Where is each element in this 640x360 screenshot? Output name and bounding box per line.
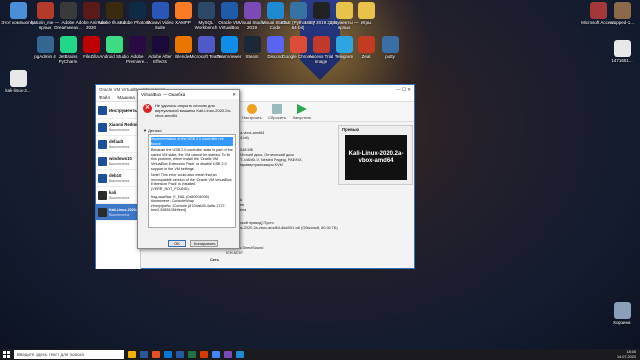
vm-name: Kali-Linux-2020.2a-vbox-amd64 xyxy=(109,207,140,212)
vm-os-icon xyxy=(98,122,107,132)
vm-name: Xiaomi Redmi xyxy=(109,122,138,127)
vm-os-icon xyxy=(98,156,107,166)
taskbar-search-box[interactable]: Введите здесь текст для поиска xyxy=(14,350,124,359)
shortcut-icon xyxy=(613,2,631,19)
desktop-shortcut[interactable]: putty xyxy=(372,36,408,64)
vm-state: Выключена xyxy=(109,179,130,183)
vm-item[interactable]: windows10 Выключена xyxy=(96,153,140,170)
taskbar-app-icon[interactable] xyxy=(140,351,148,358)
shortcut-icon xyxy=(613,40,631,57)
taskbar-app-icon[interactable] xyxy=(188,351,196,358)
desktop-shortcut[interactable]: kali-linux-2... xyxy=(0,70,36,98)
start-button[interactable]: Запустить xyxy=(292,104,312,120)
desktop-shortcut[interactable]: 1471651... xyxy=(604,40,640,68)
start-button[interactable] xyxy=(0,349,12,360)
preview-screen: Kali-Linux-2020.2a-vbox-amd64 xyxy=(345,135,407,180)
details-textbox[interactable]: Implementation of the USB 2.0 controller… xyxy=(148,134,236,228)
vm-name: default xyxy=(109,139,124,144)
shortcut-label: Игры xyxy=(360,20,372,25)
discard-icon xyxy=(272,104,282,114)
error-icon: ✕ xyxy=(143,104,152,113)
error-interface: Интерфейс: IConsole {872da645-4a9b-1727-… xyxy=(151,203,226,213)
shortcut-icon xyxy=(9,70,27,87)
shortcut-label: kali-linux-2... xyxy=(5,88,31,93)
menu-machine[interactable]: Машина xyxy=(117,95,134,100)
settings-button[interactable]: Настроить xyxy=(242,104,262,120)
details-label: Детали xyxy=(148,128,162,133)
taskbar-app-icon[interactable] xyxy=(152,351,160,358)
detail-line: ICH AC97 xyxy=(226,251,243,255)
desktop-shortcut[interactable]: Игры xyxy=(348,2,384,30)
desktop-shortcut[interactable]: Корзина xyxy=(604,302,640,330)
vm-state: Выключена xyxy=(109,162,130,166)
shortcut-icon xyxy=(9,2,27,19)
copy-button[interactable]: Копировать xyxy=(190,240,218,247)
detail-line: Паравиртуализация KVM xyxy=(238,163,283,167)
tools-icon xyxy=(98,105,107,115)
vm-state: Выключена xyxy=(109,196,130,200)
taskbar-app-icon[interactable] xyxy=(176,351,184,358)
desktop-shortcut[interactable]: cropped-1... xyxy=(604,2,640,30)
vm-os-icon xyxy=(98,173,107,183)
gear-icon xyxy=(247,104,257,114)
vm-os-icon xyxy=(98,207,107,217)
dialog-close-icon[interactable]: ✕ xyxy=(232,92,236,97)
discard-label: Сбросить xyxy=(268,115,286,120)
ok-button[interactable]: OK xyxy=(168,240,186,247)
shortcut-label: Корзина xyxy=(613,320,631,325)
shortcut-icon xyxy=(381,36,399,53)
taskbar-apps xyxy=(124,351,244,358)
windows-logo-icon xyxy=(2,351,10,358)
window-controls[interactable]: — ☐ ✕ xyxy=(396,87,411,92)
system-tray-clock[interactable]: 18:05 14.07.2020 xyxy=(617,349,636,360)
network-section-label: Сеть xyxy=(210,258,219,262)
details-toggle[interactable]: ▼ Детали xyxy=(143,128,161,133)
menu-file[interactable]: Файл xyxy=(99,95,110,100)
shortcut-icon xyxy=(357,2,375,19)
taskbar-app-icon[interactable] xyxy=(224,351,232,358)
vm-name: windows10 xyxy=(109,156,132,161)
detail-text: Because the USB 2.0 controller state is … xyxy=(151,148,233,171)
vm-item[interactable]: default Выключена xyxy=(96,136,140,153)
vm-name: kali xyxy=(109,190,117,195)
clock-date: 14.07.2020 xyxy=(616,354,636,359)
vm-state: Выключена xyxy=(109,145,130,149)
tools-item[interactable]: Инструменты xyxy=(96,102,140,119)
shortcut-icon xyxy=(613,302,631,319)
taskbar-app-icon[interactable] xyxy=(200,351,208,358)
vm-state: Выключена xyxy=(109,212,130,217)
vm-item[interactable]: deb10 Выключена xyxy=(96,170,140,187)
taskbar-app-icon[interactable] xyxy=(164,351,172,358)
vm-item[interactable]: Xiaomi Redmi Выключена xyxy=(96,119,140,136)
detail-text: Note! This error could also mean that an… xyxy=(151,173,232,191)
start-label: Запустить xyxy=(292,115,312,120)
vm-item[interactable]: kali Выключена xyxy=(96,187,140,204)
preview-heading: Превью xyxy=(342,127,360,132)
settings-label: Настроить xyxy=(242,115,262,120)
error-dialog[interactable]: VirtualBox — Ошибка ✕ ✕ Не удалось откры… xyxy=(137,89,240,249)
shortcut-label: 1471651... xyxy=(611,58,633,63)
dialog-titlebar[interactable]: VirtualBox — Ошибка ✕ xyxy=(138,90,239,99)
vm-os-icon xyxy=(98,190,107,200)
vm-list: Инструменты Xiaomi Redmi Выключена defaul… xyxy=(96,102,141,269)
discard-button[interactable]: Сбросить xyxy=(267,104,287,120)
start-arrow-icon xyxy=(297,104,307,114)
preview-panel: Превью Kali-Linux-2020.2a-vbox-amd64 xyxy=(338,125,413,185)
tools-label: Инструменты xyxy=(109,107,139,113)
vm-name: deb10 xyxy=(109,173,122,178)
shortcut-label: putty xyxy=(385,54,395,59)
taskbar-app-icon[interactable] xyxy=(236,351,244,358)
vm-state: Выключена xyxy=(109,128,130,132)
detail-highlight: Implementation of the USB 2.0 controller… xyxy=(151,137,233,147)
vm-os-icon xyxy=(98,139,107,149)
taskbar: Введите здесь текст для поиска xyxy=(0,349,640,360)
error-message: Не удалось открыть сессию для виртуально… xyxy=(155,103,232,118)
dialog-title: VirtualBox — Ошибка xyxy=(141,92,186,97)
taskbar-app-icon[interactable] xyxy=(128,351,136,358)
vm-item-selected[interactable]: Kali-Linux-2020.2a-vbox-amd64Выключена xyxy=(96,204,140,221)
taskbar-app-icon[interactable] xyxy=(212,351,220,358)
shortcut-label: cropped-1... xyxy=(609,20,634,25)
detail-line: Kali-Linux-2020.2a-vbox-amd64-disk001.vd… xyxy=(226,226,338,230)
